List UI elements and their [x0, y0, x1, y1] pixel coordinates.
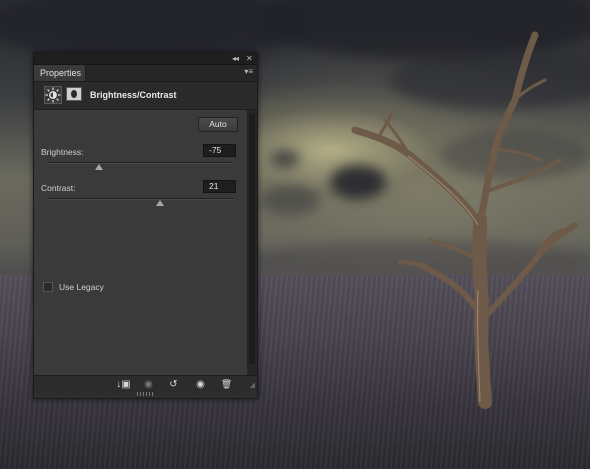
- panel-menu-icon[interactable]: ▾≡: [244, 67, 253, 76]
- brightness-label: Brightness:: [41, 147, 84, 157]
- cloud: [0, 0, 310, 60]
- cloud: [260, 185, 320, 215]
- contrast-label: Contrast:: [41, 183, 76, 193]
- brightness-value-input[interactable]: -75: [203, 144, 236, 157]
- panel-tab-bar: Properties ▾≡: [34, 65, 257, 82]
- collapse-panel-icon[interactable]: ◂◂: [232, 53, 239, 64]
- layer-mask-icon[interactable]: [66, 87, 82, 101]
- mask-shape: [71, 90, 77, 98]
- use-legacy-checkbox[interactable]: [43, 282, 53, 292]
- dead-tree: [351, 31, 578, 409]
- adjustment-controls: Auto Brightness: -75 Contrast: 21 Use Le…: [34, 110, 247, 375]
- adjustment-title: Brightness/Contrast: [90, 90, 177, 100]
- resize-grip-icon[interactable]: ◢: [250, 381, 255, 389]
- eye-visibility-icon[interactable]: ◉: [191, 377, 210, 392]
- tab-properties[interactable]: Properties: [34, 65, 86, 81]
- reset-icon[interactable]: ↺: [164, 377, 183, 392]
- contrast-slider[interactable]: [47, 198, 233, 200]
- panel-footer-toolbar: ↓▣ ◉ ↺ ◉ 🗑 ◢: [34, 375, 257, 393]
- brightness-contrast-icon[interactable]: [44, 86, 62, 104]
- view-previous-state-icon[interactable]: ◉: [139, 377, 158, 392]
- properties-panel: ◂◂ ✕ Properties ▾≡ Brightness/Contrast A…: [33, 52, 258, 399]
- brightness-slider-thumb[interactable]: [95, 164, 104, 170]
- scrollbar-thumb[interactable]: [249, 114, 255, 364]
- auto-button[interactable]: Auto: [198, 117, 238, 132]
- trash-icon[interactable]: 🗑: [217, 377, 236, 392]
- panel-title-bar[interactable]: ◂◂ ✕: [34, 53, 257, 65]
- adjustment-header: Brightness/Contrast: [34, 82, 257, 110]
- panel-drag-grip[interactable]: [137, 392, 155, 396]
- use-legacy-label[interactable]: Use Legacy: [59, 282, 104, 292]
- contrast-value-input[interactable]: 21: [203, 180, 236, 193]
- contrast-slider-thumb[interactable]: [156, 200, 165, 206]
- panel-scrollbar[interactable]: [247, 110, 257, 375]
- clip-to-layer-icon[interactable]: ↓▣: [114, 377, 133, 392]
- brightness-slider[interactable]: [47, 162, 233, 164]
- cloud: [270, 150, 300, 168]
- close-panel-icon[interactable]: ✕: [246, 53, 253, 64]
